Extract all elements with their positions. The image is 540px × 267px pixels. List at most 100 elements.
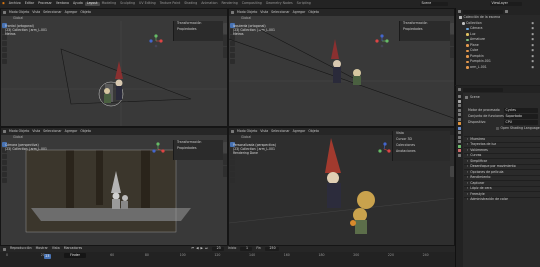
menu-view[interactable]: Vista <box>52 247 60 250</box>
properties-panel-header[interactable]: › Administración de color <box>464 196 540 203</box>
blender-logo-icon[interactable]: ◉ <box>0 2 7 5</box>
workspace-tab-animation[interactable]: Animation <box>199 2 219 5</box>
measure-tool-icon[interactable] <box>2 178 7 183</box>
navigation-gizmo[interactable] <box>149 34 163 48</box>
workspace-tab-uv-editing[interactable]: UV Editing <box>137 2 158 5</box>
properties-search-input[interactable] <box>463 87 503 92</box>
viewport-camera[interactable]: Modo Objeto Vista Seleccionar Agregar Ob… <box>0 127 228 246</box>
timeline-playhead[interactable]: 23 <box>43 254 51 259</box>
rotate-tool-icon[interactable] <box>230 160 235 165</box>
chevron-right-icon: › <box>467 164 469 169</box>
object-type-icon <box>462 22 465 25</box>
start-frame-field[interactable]: 1 <box>240 247 253 251</box>
workspace-tab-sculpting[interactable]: Sculpting <box>118 2 137 5</box>
outliner-row[interactable]: arm_L.001 ◉ <box>456 65 540 71</box>
scale-tool-icon[interactable] <box>230 166 235 171</box>
render-tab-icon[interactable] <box>458 99 461 103</box>
filter-icon[interactable] <box>505 10 508 13</box>
viewlayer-selector[interactable]: ViewLayer <box>490 1 522 6</box>
outliner-search-input[interactable] <box>463 9 503 14</box>
panel-properties[interactable]: Propiedades <box>174 146 223 152</box>
view-layer-tab-icon[interactable] <box>458 108 461 112</box>
workspace-tab-modeling[interactable]: Modeling <box>100 2 119 5</box>
visibility-eye-icon[interactable]: ◉ <box>531 59 534 63</box>
visibility-eye-icon[interactable]: ◉ <box>531 26 534 30</box>
tool-tab-icon[interactable] <box>458 95 461 98</box>
end-frame-field[interactable]: 250 <box>264 247 279 251</box>
modifier-tab-icon[interactable] <box>458 126 461 130</box>
device-dropdown[interactable]: CPU <box>504 120 538 125</box>
physics-tab-icon[interactable] <box>458 135 461 139</box>
editor-type-icon[interactable] <box>458 10 461 13</box>
visibility-eye-icon[interactable]: ◉ <box>531 43 534 47</box>
jump-end-icon[interactable]: ⏭ <box>205 247 208 250</box>
menu-playback[interactable]: Reproducción <box>10 247 32 250</box>
annotate-tool-icon[interactable] <box>2 172 7 177</box>
navigation-gizmo[interactable] <box>375 34 389 48</box>
play-reverse-icon[interactable]: ◀ <box>196 247 198 250</box>
object-type-icon <box>466 66 469 69</box>
panel-properties[interactable]: Propiedades <box>174 27 223 33</box>
play-icon[interactable]: ▶ <box>201 247 203 250</box>
visibility-eye-icon[interactable]: ◉ <box>531 37 534 41</box>
editor-type-icon[interactable] <box>458 88 461 91</box>
particles-tab-icon[interactable] <box>458 131 461 134</box>
object-tab-icon[interactable] <box>458 122 461 125</box>
timeline-tick-label: 100 <box>179 253 186 257</box>
object-type-icon <box>466 49 469 52</box>
scene-selector[interactable]: Scene <box>420 1 448 6</box>
material-tab-icon[interactable] <box>458 149 461 152</box>
scale-tool-icon[interactable] <box>2 166 7 171</box>
navigation-gizmo[interactable] <box>377 142 391 156</box>
menu-help[interactable]: Ayuda <box>71 2 85 5</box>
visibility-eye-icon[interactable]: ◉ <box>531 32 534 36</box>
render-engine-dropdown[interactable]: Cycles <box>504 108 538 113</box>
data-tab-icon[interactable] <box>458 144 461 148</box>
visibility-eye-icon[interactable]: ◉ <box>531 54 534 58</box>
osl-checkbox-row[interactable]: Open Shading Language <box>496 126 540 131</box>
menu-window[interactable]: Ventana <box>54 2 71 5</box>
feature-set-dropdown[interactable]: Soportado <box>504 114 538 119</box>
viewport-left[interactable]: Modo Objeto Vista Seleccionar Agregar Ob… <box>228 8 455 127</box>
start-frame-label: Inicio <box>227 246 237 251</box>
move-tool-icon[interactable] <box>2 154 7 159</box>
editor-type-icon[interactable] <box>3 247 6 251</box>
scene-icon <box>465 96 468 100</box>
workspace-tab-shading[interactable]: Shading <box>182 2 199 5</box>
chevron-right-icon: › <box>467 186 469 191</box>
output-tab-icon[interactable] <box>458 104 461 107</box>
properties-panel-label: Trayectos de luz <box>470 142 497 147</box>
scene-tab-icon[interactable] <box>458 113 461 116</box>
constraints-tab-icon[interactable] <box>458 140 461 143</box>
workspace-tab-layout[interactable]: Layout <box>84 2 100 6</box>
measure-tool-icon[interactable] <box>230 178 235 183</box>
panel-annotations[interactable]: Anotaciones <box>393 149 450 155</box>
annotate-tool-icon[interactable] <box>230 172 235 177</box>
workspace-tab-scripting[interactable]: Scripting <box>295 2 313 5</box>
rotate-tool-icon[interactable] <box>2 160 7 165</box>
workspace-tab-compositing[interactable]: Compositing <box>240 2 264 5</box>
workspace-tab-geometry-nodes[interactable]: Geometry Nodes <box>264 2 295 5</box>
menu-render[interactable]: Procesar <box>36 2 54 5</box>
navigation-gizmo[interactable] <box>151 142 165 156</box>
panel-properties[interactable]: Propiedades <box>400 27 450 33</box>
object-type-icon <box>466 33 469 36</box>
menu-edit[interactable]: Editar <box>23 2 36 5</box>
viewport-user-perspective[interactable]: Modo Objeto Vista Seleccionar Agregar Ob… <box>228 127 455 246</box>
visibility-eye-icon[interactable]: ◉ <box>531 48 534 52</box>
texture-tab-icon[interactable] <box>458 153 461 157</box>
visibility-eye-icon[interactable]: ◉ <box>531 21 534 25</box>
chevron-right-icon: › <box>467 191 469 196</box>
menu-file[interactable]: Archivo <box>7 2 23 5</box>
osl-checkbox[interactable] <box>496 127 499 131</box>
workspace-tab-texture-paint[interactable]: Texture Paint <box>158 2 183 5</box>
viewport-front[interactable]: Modo Objeto Vista Seleccionar Agregar Ob… <box>0 8 228 127</box>
menu-keying[interactable]: Mostrar <box>36 247 48 250</box>
menu-markers[interactable]: Marcadores <box>64 247 83 250</box>
workspace-tab-rendering[interactable]: Rendering <box>219 2 239 5</box>
chevron-right-icon: › <box>467 197 469 202</box>
world-tab-icon[interactable] <box>458 117 461 121</box>
jump-start-icon[interactable]: ⏮ <box>191 247 194 250</box>
visibility-eye-icon[interactable]: ◉ <box>531 65 534 69</box>
current-frame-field[interactable]: 23 <box>211 247 224 251</box>
